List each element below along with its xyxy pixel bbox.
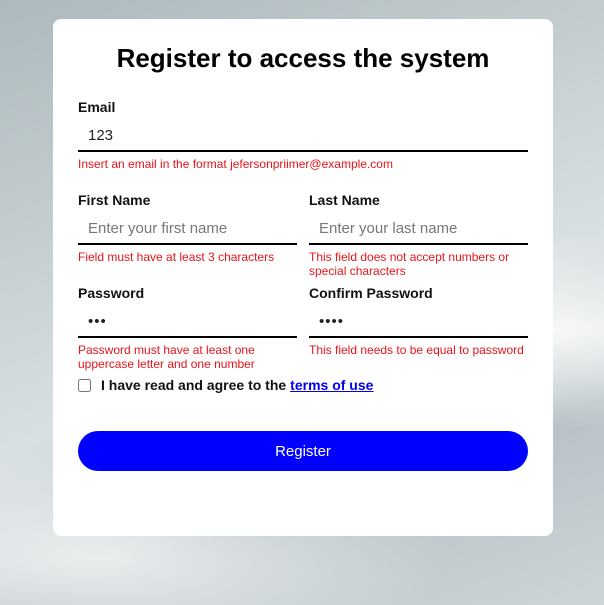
register-button[interactable]: Register bbox=[78, 431, 528, 471]
last-name-field-group: Last Name This field does not accept num… bbox=[309, 192, 528, 278]
password-field-group: Password Password must have at least one… bbox=[78, 285, 297, 371]
first-name-label: First Name bbox=[78, 192, 151, 208]
confirm-password-error: This field needs to be equal to password bbox=[309, 343, 524, 357]
page-title: Register to access the system bbox=[116, 43, 490, 73]
terms-of-use-link[interactable]: terms of use bbox=[290, 377, 373, 393]
last-name-label: Last Name bbox=[309, 192, 380, 208]
email-field[interactable] bbox=[78, 121, 528, 152]
terms-text: I have read and agree to the bbox=[101, 377, 287, 393]
confirm-password-field[interactable] bbox=[309, 307, 528, 338]
first-name-error: Field must have at least 3 characters bbox=[78, 250, 275, 264]
register-card: Register to access the system Email Inse… bbox=[53, 19, 553, 536]
email-error: Insert an email in the format jefersonpr… bbox=[78, 157, 393, 171]
last-name-field[interactable] bbox=[309, 214, 528, 245]
last-name-error: This field does not accept numbers or sp… bbox=[309, 250, 510, 278]
email-label: Email bbox=[78, 99, 116, 115]
email-field-group: Email Insert an email in the format jefe… bbox=[78, 99, 528, 171]
password-field[interactable] bbox=[78, 307, 297, 338]
terms-checkbox[interactable] bbox=[78, 378, 91, 392]
first-name-field-group: First Name Field must have at least 3 ch… bbox=[78, 192, 297, 264]
first-name-field[interactable] bbox=[78, 214, 297, 245]
confirm-password-label: Confirm Password bbox=[309, 285, 433, 301]
password-label: Password bbox=[78, 285, 145, 301]
password-error: Password must have at least one uppercas… bbox=[78, 343, 255, 371]
confirm-password-field-group: Confirm Password This field needs to be … bbox=[309, 285, 528, 357]
terms-row: I have read and agree to the terms of us… bbox=[78, 377, 373, 393]
